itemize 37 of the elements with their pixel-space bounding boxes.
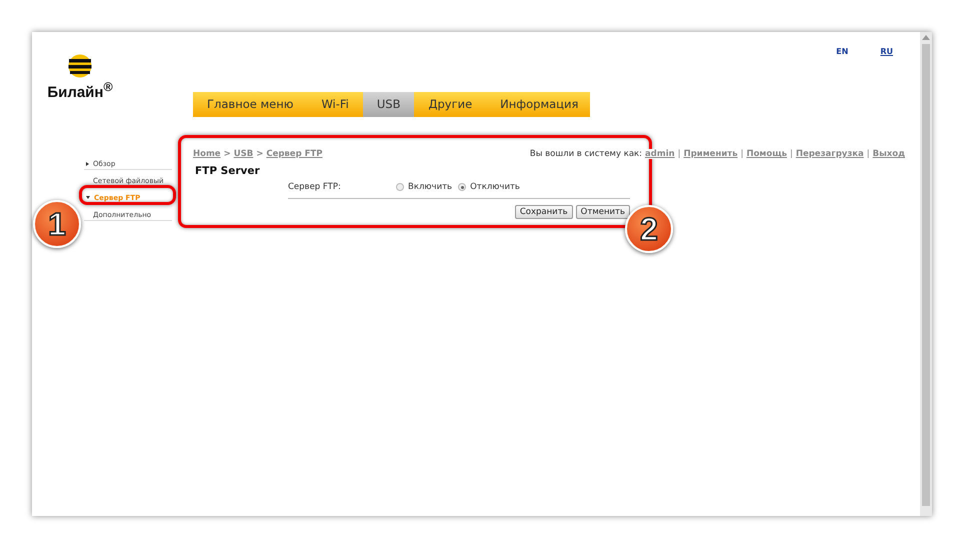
account-link[interactable]: admin — [645, 149, 675, 159]
account-text: Вы вошли в систему как: — [530, 149, 642, 159]
menu-tab[interactable]: Информация — [486, 92, 592, 117]
menu-tab[interactable]: Другие — [414, 92, 486, 117]
account-link[interactable]: Выход — [872, 149, 905, 159]
account-link[interactable]: Применить — [684, 149, 738, 159]
form-button[interactable]: Сохранить — [514, 205, 573, 219]
account-separator: | — [790, 149, 793, 159]
radio-button[interactable] — [458, 183, 466, 191]
caret-right-icon — [86, 162, 89, 166]
radio-label: Отключить — [470, 182, 520, 192]
account-separator: | — [866, 149, 870, 159]
logo-icon — [68, 54, 92, 78]
account-link[interactable]: Перезагрузка — [796, 149, 864, 159]
step-badge: 1 — [33, 200, 81, 248]
account-separator: | — [678, 149, 681, 159]
breadcrumb-link[interactable]: Home — [193, 149, 221, 159]
account-link[interactable]: Помощь — [746, 149, 787, 159]
breadcrumb-link[interactable]: USB — [234, 149, 254, 159]
language-link[interactable]: EN — [836, 47, 848, 101]
field-label: Сервер FTP: — [288, 182, 342, 192]
radio-button[interactable] — [396, 183, 404, 191]
menu-tab[interactable]: Wi-Fi — [307, 92, 363, 117]
scrollbar[interactable] — [920, 32, 932, 516]
page-title: FTP Server — [195, 165, 261, 177]
breadcrumb-separator: > — [224, 149, 231, 159]
breadcrumb-separator: > — [256, 149, 264, 159]
language-link[interactable]: RU — [880, 47, 893, 101]
caret-down-icon — [86, 196, 90, 199]
radio-label: Включить — [408, 182, 452, 192]
menu-tab[interactable]: USB — [362, 92, 414, 117]
step-badge: 2 — [625, 205, 673, 253]
menu-tab[interactable]: Главное меню — [193, 92, 308, 117]
form-button[interactable]: Отменить — [576, 205, 630, 219]
breadcrumb-link[interactable]: Сервер FTP — [266, 149, 322, 159]
logo-text: Билайн$^{®}$ — [47, 80, 113, 101]
account-separator: | — [740, 149, 744, 159]
